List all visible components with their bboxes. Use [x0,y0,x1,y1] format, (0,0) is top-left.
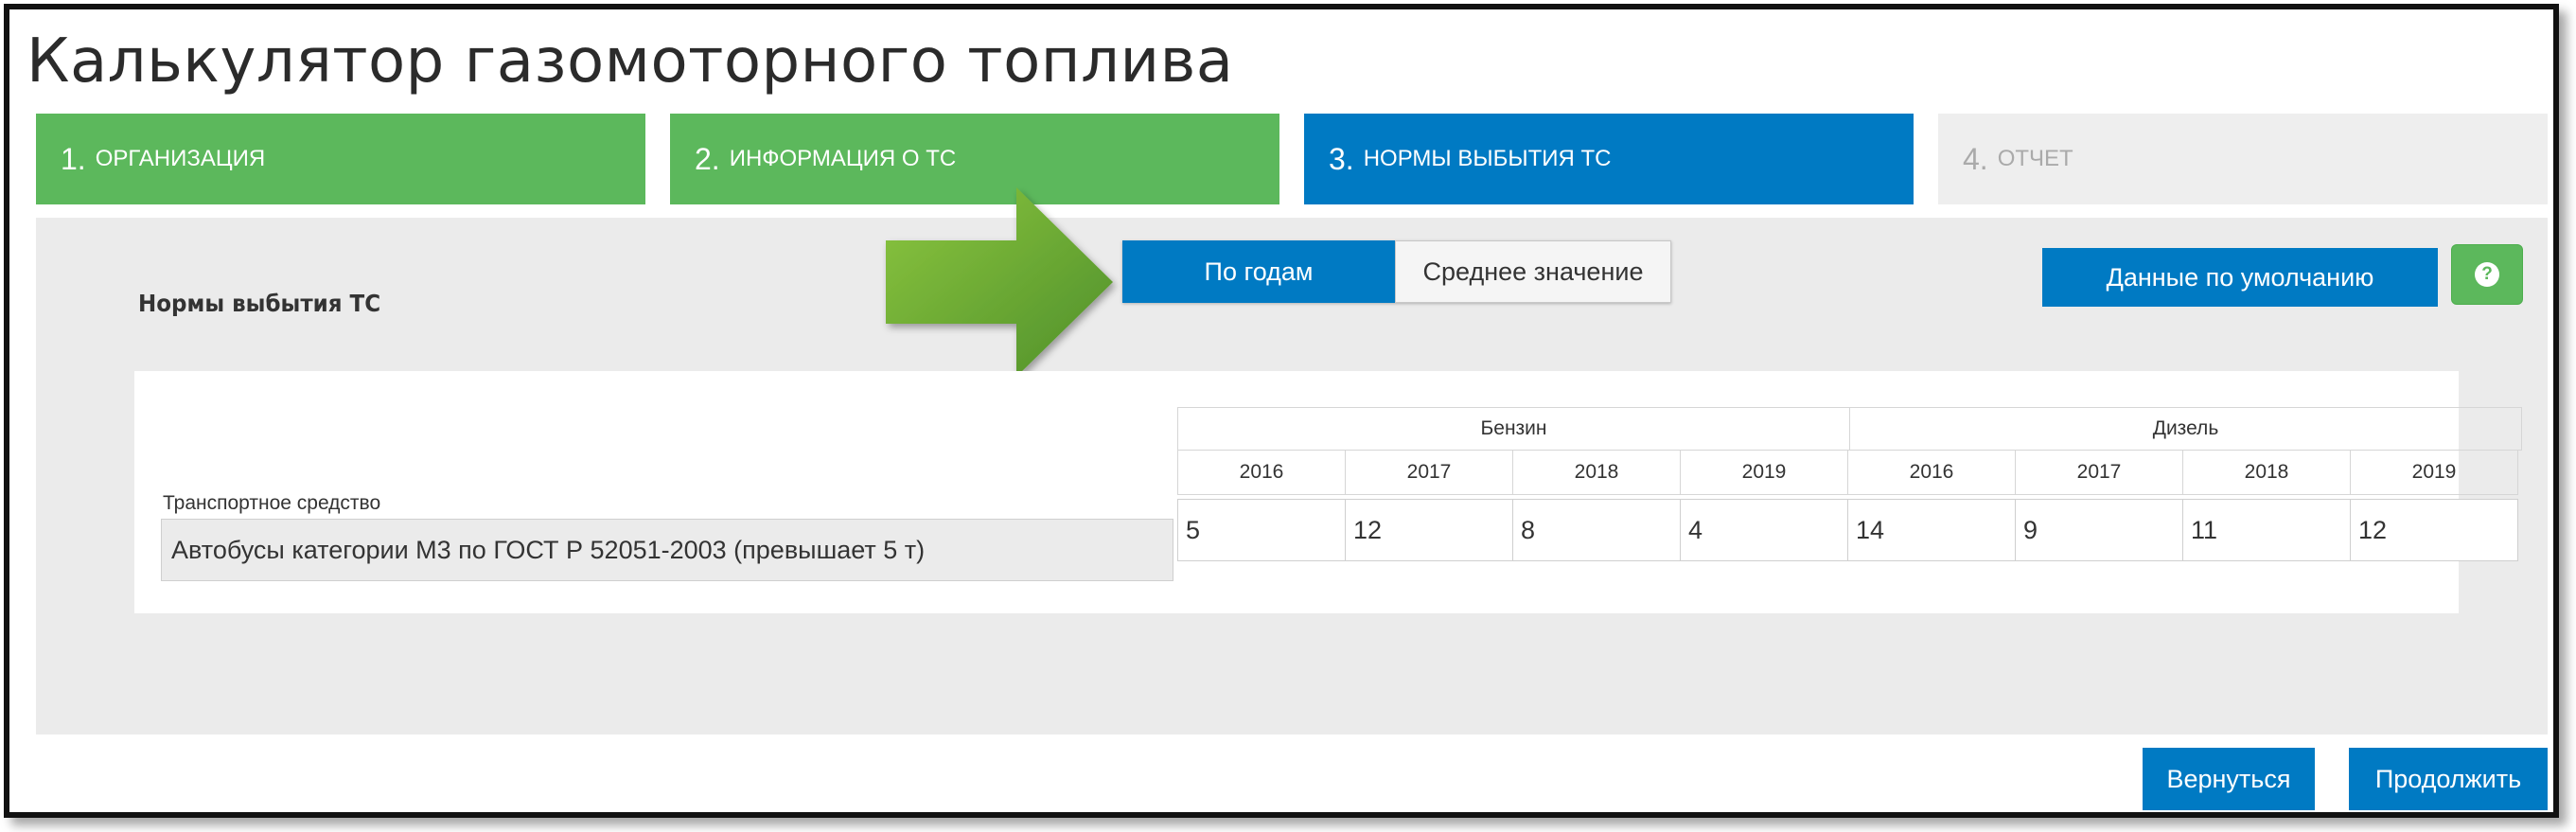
vehicle-name-cell: Автобусы категории М3 по ГОСТ Р 52051-20… [161,519,1173,581]
year-header: 2018 [1512,450,1681,495]
table-row: 5 12 8 4 14 9 11 12 [1177,495,2523,561]
fuel-header-diesel: Дизель [1849,407,2522,451]
step-number: 1. [61,141,86,176]
step-organization[interactable]: 1. Организация [36,114,645,204]
fuel-header-gasoline: Бензин [1177,407,1850,451]
year-header: 2018 [2182,450,2351,495]
year-header: 2016 [1177,450,1346,495]
value-input[interactable]: 14 [1847,499,2016,561]
step-label: Организация [95,146,266,171]
year-header: 2017 [2015,450,2183,495]
year-header: 2017 [1345,450,1513,495]
toggle-by-year[interactable]: По годам [1122,240,1395,303]
value-input[interactable]: 8 [1512,499,1681,561]
norms-table: Транспортное средство Автобусы категории… [134,371,2522,613]
default-data-button[interactable]: Данные по умолчанию [2042,248,2438,307]
year-header-row: 2016 2017 2018 2019 2016 2017 2018 2019 [1177,450,2523,495]
continue-button[interactable]: Продолжить [2349,748,2548,810]
step-number: 3. [1329,141,1354,176]
step-retirement-norms[interactable]: 3. Нормы выбытия ТС [1304,114,1914,204]
value-input[interactable]: 11 [2182,499,2351,561]
wizard-steps: 1. Организация 2. Информация о ТС 3. Нор… [36,114,2548,204]
question-circle-icon: ? [2475,262,2499,287]
value-input[interactable]: 5 [1177,499,1346,561]
toggle-average[interactable]: Среднее значение [1395,240,1671,303]
step-report[interactable]: 4. Отчет [1938,114,2548,204]
step-label: Информация о ТС [729,146,957,171]
screenshot-frame: Калькулятор газомоторного топлива 1. Орг… [4,4,2559,818]
vehicle-column-header: Транспортное средство [163,492,381,514]
pointer-arrow-icon [886,187,1113,377]
value-input[interactable]: 9 [2015,499,2183,561]
fuel-header-row: Бензин Дизель [1177,407,2523,451]
year-header: 2019 [1680,450,1848,495]
norms-panel: Нормы выбытия ТС По годам Среднее значен… [36,187,2548,735]
value-input[interactable]: 4 [1680,499,1848,561]
value-input[interactable]: 12 [1345,499,1513,561]
back-button[interactable]: Вернуться [2143,748,2315,810]
step-number: 2. [695,141,720,176]
step-label: Отчет [1997,146,2073,171]
step-number: 4. [1963,141,1988,176]
year-header: 2019 [2350,450,2518,495]
step-label: Нормы выбытия ТС [1363,146,1612,171]
section-title: Нормы выбытия ТС [138,290,381,317]
values-grid: Бензин Дизель 2016 2017 2018 2019 2016 2… [1177,407,2523,561]
view-mode-toggle: По годам Среднее значение [1122,240,1671,303]
year-header: 2016 [1847,450,2016,495]
app-title: Калькулятор газомоторного топлива [26,27,1234,97]
value-input[interactable]: 12 [2350,499,2518,561]
help-button[interactable]: ? [2451,244,2523,305]
